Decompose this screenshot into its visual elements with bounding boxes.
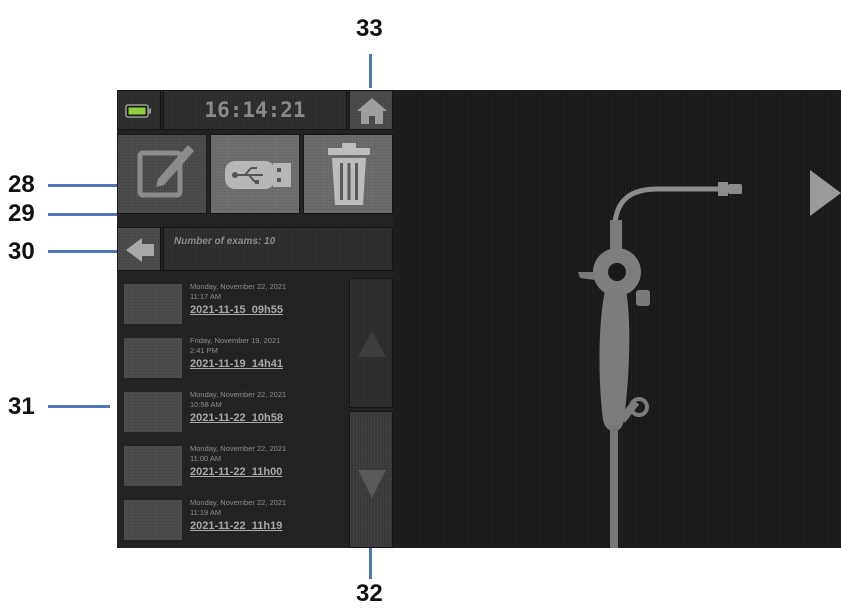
exam-list-item[interactable]: Monday, November 22, 2021 11:00 AM 2021-1… [117, 436, 347, 490]
clock-time: 16:14:21 [204, 98, 306, 122]
callout-line-30 [48, 250, 120, 253]
exam-list-item[interactable]: Monday, November 22, 2021 11:19 AM 2021-1… [117, 490, 347, 544]
trash-icon [328, 143, 370, 205]
exam-date: Monday, November 22, 2021 [190, 390, 287, 399]
triangle-down-icon [358, 470, 386, 498]
play-icon[interactable] [808, 168, 841, 218]
callout-29: 29 [8, 200, 35, 227]
callout-30: 30 [8, 238, 35, 265]
folder-icon [124, 338, 182, 378]
back-button[interactable] [117, 227, 161, 271]
preview-panel [400, 90, 841, 548]
edit-button[interactable] [117, 134, 207, 214]
folder-icon [124, 284, 182, 324]
exam-name-link[interactable]: 2021-11-22_11h00 [190, 466, 282, 478]
exam-name-link[interactable]: 2021-11-15_09h55 [190, 304, 283, 316]
folder-icon [124, 392, 182, 432]
callout-line-33 [369, 54, 372, 88]
exam-list-item[interactable]: Friday, November 19, 2021 2:41 PM 2021-11… [117, 328, 347, 382]
exam-time: 10:58 AM [190, 400, 222, 409]
endoscope-illustration [578, 182, 742, 548]
callout-33: 33 [356, 15, 383, 42]
battery-icon [125, 104, 151, 118]
exam-list-item[interactable]: Monday, November 22, 2021 11:17 AM 2021-1… [117, 274, 347, 328]
exam-name-link[interactable]: 2021-11-19_14h41 [190, 358, 283, 370]
back-arrow-icon [126, 238, 154, 262]
device-screen: 16:14:21 Number of exams: 10 Monday, Nov… [117, 90, 841, 548]
home-icon [357, 98, 387, 124]
exam-list: Monday, November 22, 2021 11:17 AM 2021-1… [117, 274, 347, 548]
exam-count-bar: Number of exams: 10 [163, 227, 393, 271]
usb-icon [225, 161, 291, 189]
exam-time: 11:17 AM [190, 292, 222, 301]
exam-time: 2:41 PM [190, 346, 218, 355]
clock-display: 16:14:21 [163, 90, 347, 130]
exam-list-item[interactable]: Monday, November 22, 2021 10:58 AM 2021-1… [117, 382, 347, 436]
scroll-down-button[interactable] [349, 411, 393, 548]
home-button[interactable] [349, 90, 393, 130]
folder-icon [124, 446, 182, 486]
scroll-up-button[interactable] [349, 278, 393, 408]
exam-count-label: Number of exams: 10 [174, 236, 276, 247]
delete-button[interactable] [303, 134, 393, 214]
exam-date: Monday, November 22, 2021 [190, 498, 287, 507]
exam-name-link[interactable]: 2021-11-22_10h58 [190, 412, 283, 424]
exam-date: Friday, November 19, 2021 [190, 336, 281, 345]
callout-line-31 [48, 405, 110, 408]
exam-name-link[interactable]: 2021-11-22_11h19 [190, 520, 282, 532]
callout-28: 28 [8, 171, 35, 198]
triangle-up-icon [358, 331, 386, 357]
edit-icon [137, 145, 194, 198]
exam-date: Monday, November 22, 2021 [190, 444, 287, 453]
callout-31: 31 [8, 393, 35, 420]
exam-time: 11:19 AM [190, 508, 222, 517]
exam-browser-panel: 16:14:21 Number of exams: 10 Monday, Nov… [117, 90, 393, 548]
exam-time: 11:00 AM [190, 454, 222, 463]
usb-export-button[interactable] [210, 134, 300, 214]
callout-32: 32 [356, 580, 383, 607]
folder-icon [124, 500, 182, 540]
exam-date: Monday, November 22, 2021 [190, 282, 287, 291]
battery-indicator [117, 90, 161, 130]
